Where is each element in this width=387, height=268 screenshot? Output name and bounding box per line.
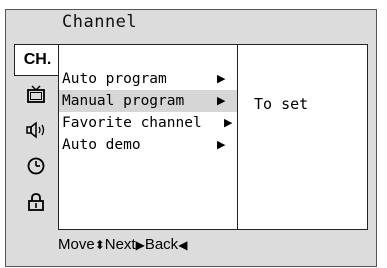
menu-item-label: Auto program xyxy=(62,71,167,87)
menu-item-auto-demo[interactable]: Auto demo ▶ xyxy=(59,134,237,156)
sidebar-item-time[interactable] xyxy=(14,152,58,184)
category-sidebar: CH. xyxy=(14,44,60,229)
sidebar-item-audio[interactable] xyxy=(14,116,58,148)
back-hint-label: Back xyxy=(144,236,179,253)
sidebar-item-lock[interactable] xyxy=(14,188,58,220)
chevron-right-icon: ▶ xyxy=(217,138,226,151)
channel-icon: CH. xyxy=(23,51,52,68)
menu-item-label: Manual program xyxy=(62,93,185,109)
menu-item-label: Auto demo xyxy=(62,137,141,153)
next-hint-label: Next xyxy=(104,236,136,253)
chevron-right-icon: ▶ xyxy=(217,94,226,107)
speaker-icon xyxy=(25,120,47,144)
submenu-panel: To set xyxy=(238,44,368,230)
menu-item-auto-program[interactable]: Auto program ▶ xyxy=(59,68,237,90)
move-hint-label: Move xyxy=(58,236,95,253)
navigation-hint: Move⬍Next▶Back◀ xyxy=(58,236,187,253)
lock-icon xyxy=(26,192,46,216)
channel-menu-panel: Auto program ▶ Manual program ▶ Favorite… xyxy=(58,44,238,230)
menu-item-manual-program[interactable]: Manual program ▶ xyxy=(59,90,237,112)
left-arrow-icon: ◀ xyxy=(178,238,188,252)
menu-item-favorite-channel[interactable]: Favorite channel ▶ xyxy=(59,112,237,134)
up-down-arrow-icon: ⬍ xyxy=(94,238,105,252)
right-arrow-icon: ▶ xyxy=(135,238,145,252)
submenu-value[interactable]: To set xyxy=(254,95,308,113)
sidebar-item-picture[interactable] xyxy=(14,80,58,112)
chevron-right-icon: ▶ xyxy=(224,116,233,129)
menu-item-label: Favorite channel xyxy=(62,115,202,131)
tv-icon xyxy=(26,84,46,108)
clock-icon xyxy=(26,156,46,180)
chevron-right-icon: ▶ xyxy=(217,72,226,85)
menu-title: Channel xyxy=(62,12,138,32)
sidebar-item-channel[interactable]: CH. xyxy=(14,44,60,76)
